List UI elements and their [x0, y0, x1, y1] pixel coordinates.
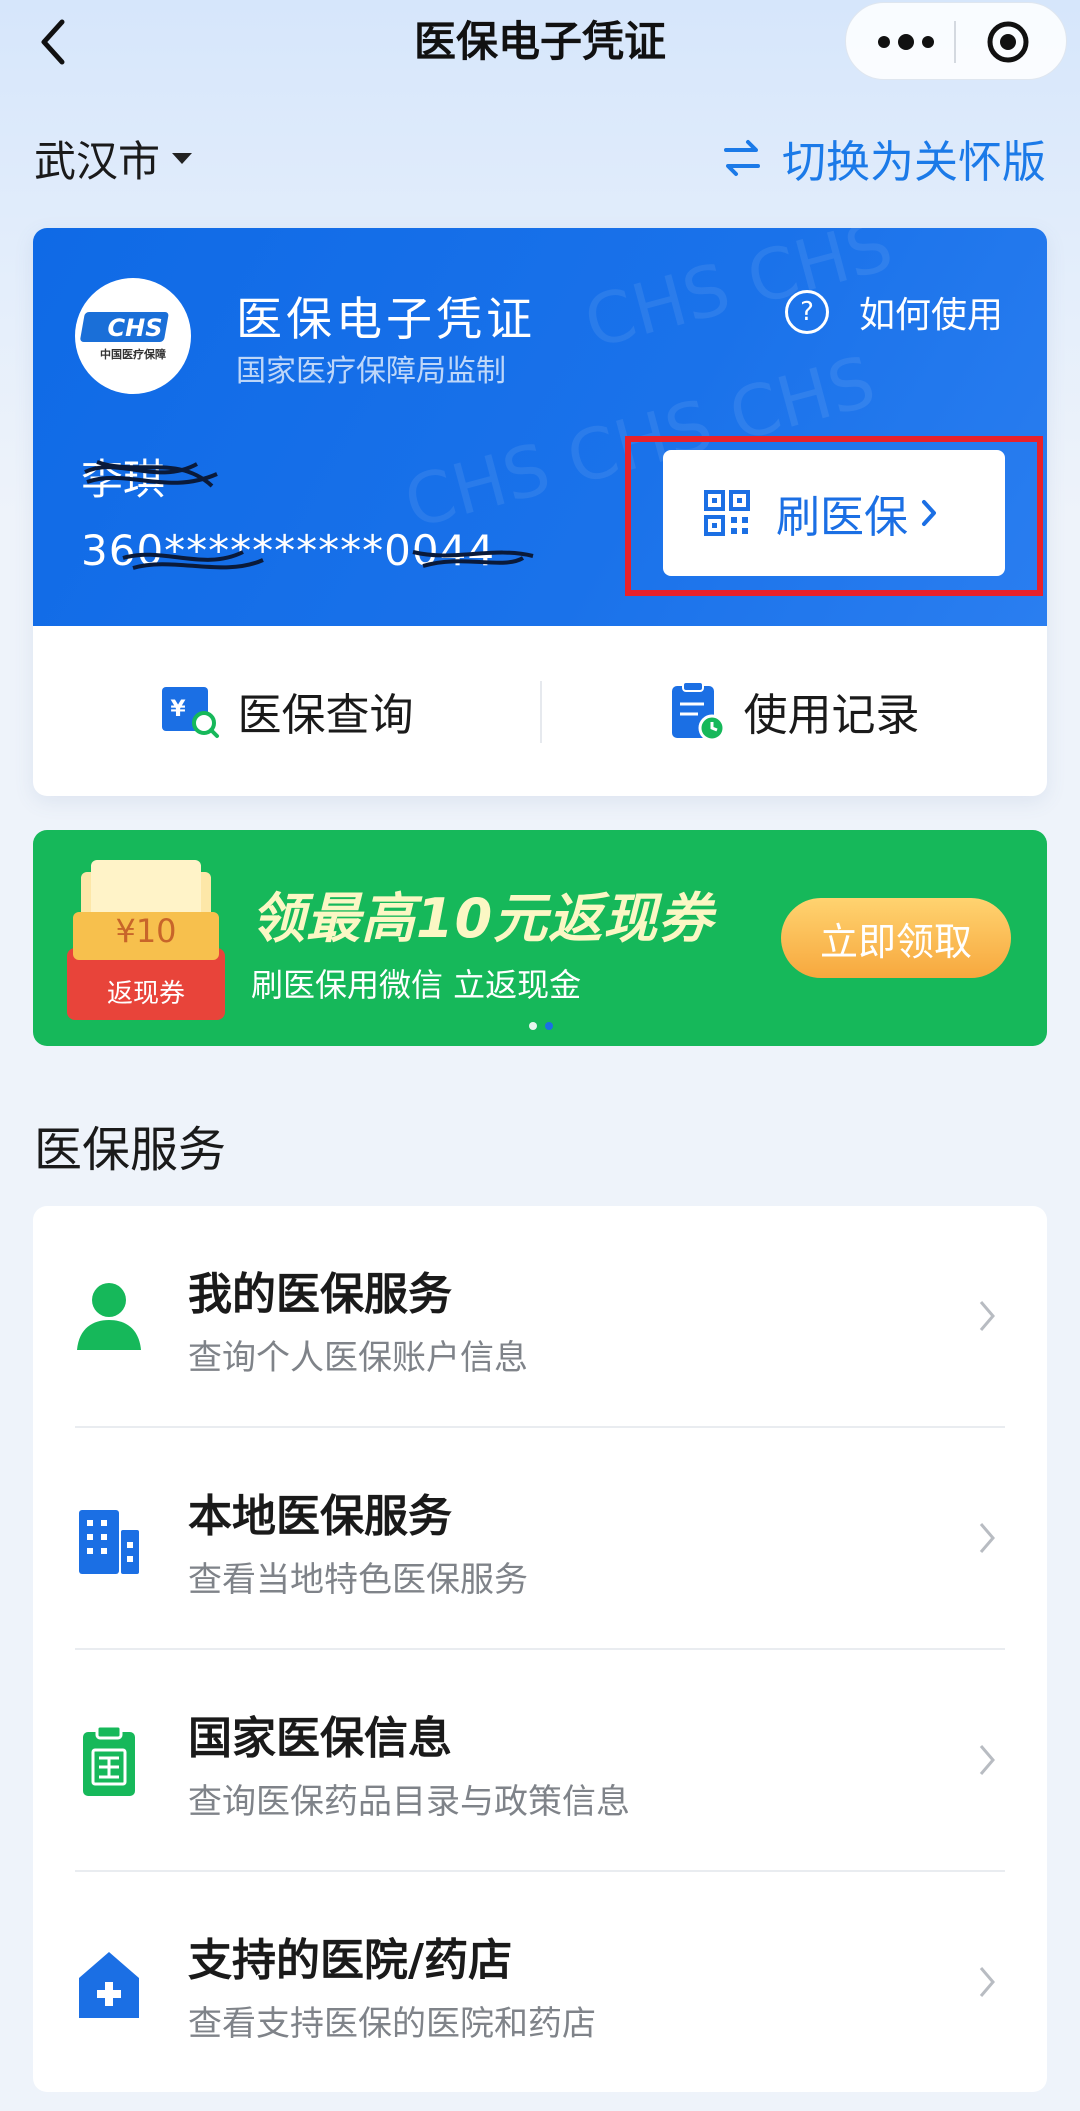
insurance-query-label: 医保查询 — [237, 690, 414, 741]
section-title: 医保服务 — [34, 1122, 227, 1178]
carousel-dot-active — [545, 1022, 553, 1030]
claim-now-button[interactable]: 立即领取 — [781, 898, 1011, 978]
service-desc: 查看支持医保的医院和药店 — [188, 2004, 596, 2044]
chevron-right-icon — [979, 1967, 995, 1997]
svg-text:¥10: ¥10 — [115, 912, 176, 950]
card-subtitle: 国家医疗保障局监制 — [236, 354, 506, 389]
action-divider — [540, 681, 542, 743]
service-title: 本地医保服务 — [188, 1491, 452, 1542]
how-to-use-label: 如何使用 — [858, 295, 1003, 336]
more-icon[interactable] — [876, 31, 936, 53]
service-desc: 查询医保药品目录与政策信息 — [188, 1782, 630, 1822]
usage-record-button[interactable]: 使用记录 — [540, 626, 1047, 796]
banner-title: 领最高10元返现券 — [251, 887, 714, 950]
close-target-icon[interactable] — [986, 20, 1030, 64]
svg-text:中国医疗保障: 中国医疗保障 — [100, 347, 166, 361]
clipboard-clock-icon — [671, 681, 725, 742]
coupon-illustration: ¥10 返现券 — [63, 852, 229, 1024]
person-icon — [77, 1283, 141, 1350]
chevron-right-icon — [979, 1301, 995, 1331]
card-actions: ¥ 医保查询 使用记录 — [33, 626, 1047, 796]
service-item-my-insurance[interactable]: 我的医保服务 查询个人医保账户信息 — [33, 1206, 1047, 1428]
chs-logo: CHS 中国医疗保障 — [75, 278, 191, 394]
service-title: 我的医保服务 — [188, 1269, 452, 1320]
id-number: 360**********0044 — [81, 526, 496, 575]
city-label: 武汉市 — [34, 136, 161, 186]
chevron-right-icon — [979, 1523, 995, 1553]
chevron-right-icon — [979, 1745, 995, 1775]
carousel-dots — [525, 1022, 557, 1030]
capsule-divider — [954, 21, 956, 63]
services-list: 我的医保服务 查询个人医保账户信息 本地医保服务 查看当地特色医保服务 国家医保… — [33, 1206, 1047, 2092]
national-clipboard-icon — [83, 1724, 135, 1796]
mini-program-capsule — [845, 2, 1067, 80]
how-to-use-link[interactable]: ? 如何使用 — [784, 286, 1003, 338]
service-title: 国家医保信息 — [188, 1713, 452, 1764]
svg-text:¥: ¥ — [170, 697, 186, 722]
swap-arrows-icon — [724, 140, 760, 176]
service-item-local-insurance[interactable]: 本地医保服务 查看当地特色医保服务 — [33, 1428, 1047, 1650]
service-item-national-info[interactable]: 国家医保信息 查询医保药品目录与政策信息 — [33, 1650, 1047, 1872]
building-icon — [79, 1510, 139, 1574]
service-item-hospitals-pharmacies[interactable]: 支持的医院/药店 查看支持医保的医院和药店 — [33, 1872, 1047, 2094]
svg-text:CHS: CHS — [108, 314, 163, 342]
service-desc: 查看当地特色医保服务 — [188, 1560, 528, 1600]
highlight-annotation — [625, 436, 1043, 596]
yuan-search-icon: ¥ — [161, 687, 219, 738]
city-selector[interactable]: 武汉市 — [34, 128, 193, 188]
card-title: 医保电子凭证 — [236, 292, 536, 346]
insurance-query-button[interactable]: ¥ 医保查询 — [33, 626, 540, 796]
promo-banner[interactable]: ¥10 返现券 领最高10元返现券 刷医保用微信 立返现金 立即领取 — [33, 830, 1047, 1046]
caret-down-icon — [172, 152, 193, 164]
question-icon: ? — [784, 290, 829, 334]
carousel-dot — [529, 1022, 537, 1030]
service-desc: 查询个人医保账户信息 — [188, 1338, 528, 1378]
usage-record-label: 使用记录 — [743, 690, 920, 741]
switch-label: 切换为关怀版 — [782, 137, 1046, 188]
card-header: CHS CHS CHS CHS CHS CHS 中国医疗保障 医保电子凭证 国家… — [33, 228, 1047, 626]
hospital-icon — [79, 1952, 139, 2018]
holder-name: 李琪 — [81, 455, 166, 504]
svg-text:返现券: 返现券 — [107, 979, 185, 1009]
service-title: 支持的医院/药店 — [188, 1935, 513, 1986]
medical-insurance-card: CHS CHS CHS CHS CHS CHS 中国医疗保障 医保电子凭证 国家… — [33, 228, 1047, 796]
banner-subtitle: 刷医保用微信 立返现金 — [251, 966, 582, 1004]
switch-care-mode-button[interactable]: 切换为关怀版 — [722, 128, 1046, 188]
navigation-bar: 医保电子凭证 — [0, 0, 1080, 84]
